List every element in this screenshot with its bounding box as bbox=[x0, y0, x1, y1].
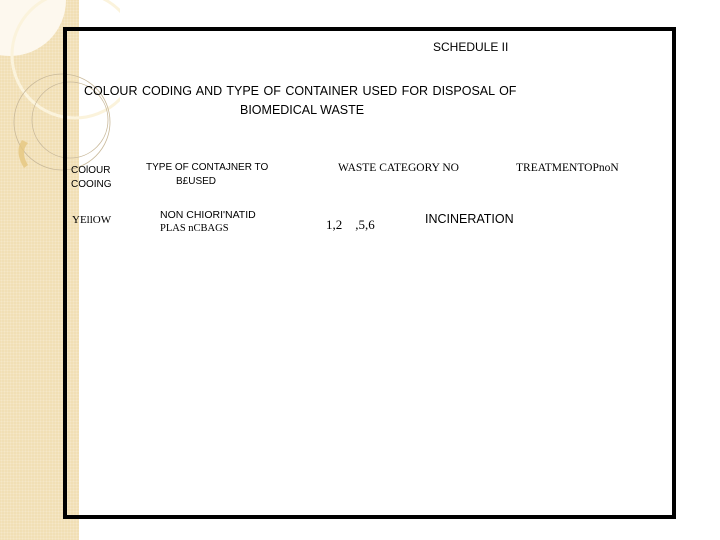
title-line-1: COLOUR CODING AND TYPE OF CONTAINER USED… bbox=[84, 84, 517, 98]
cell-colour: YEllOW bbox=[72, 214, 112, 226]
cell-container-line2: PLAS nCBAGS bbox=[160, 223, 229, 234]
cell-waste-category: 1,2 ,5,6 bbox=[326, 217, 375, 232]
header-colour-line1: COlOUR bbox=[71, 165, 111, 176]
header-waste-category: WASTE CATEGORY NO bbox=[338, 162, 459, 174]
cell-container: NON CHIORI'NATID PLAS nCBAGS bbox=[160, 208, 256, 236]
header-treatment-option: TREATMENTOPnoN bbox=[516, 162, 619, 174]
content-frame bbox=[63, 27, 676, 519]
header-container-type: TYPE OF CONTAJNER TO B£USED bbox=[146, 161, 268, 189]
header-colour-line2: COOING bbox=[71, 179, 112, 190]
schedule-label: SCHEDULE II bbox=[433, 40, 509, 54]
cell-container-line1: NON CHIORI'NATID bbox=[160, 209, 256, 221]
title-line-2: BIOMEDICAL WASTE bbox=[240, 103, 365, 117]
header-container-line1: TYPE OF CONTAJNER TO bbox=[146, 162, 269, 173]
header-colour-coding: COlOUR COOING bbox=[71, 164, 112, 192]
header-container-line2: B£USED bbox=[176, 176, 217, 187]
cell-treatment: INCINERATION bbox=[425, 212, 514, 226]
